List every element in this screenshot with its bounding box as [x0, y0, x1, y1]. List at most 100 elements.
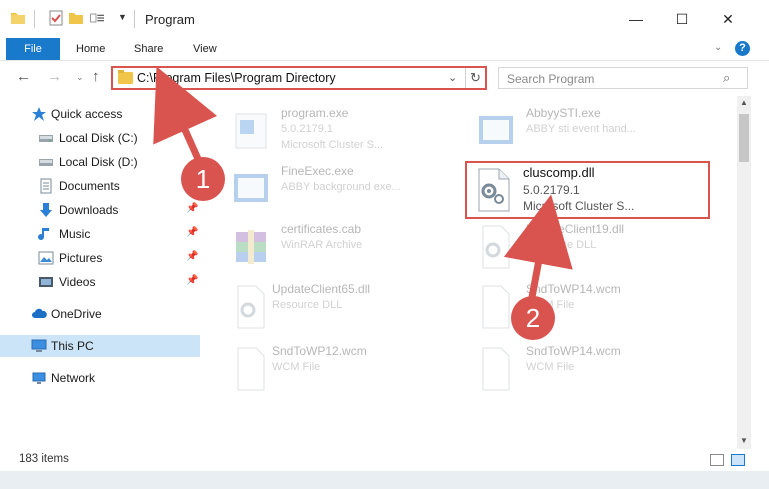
file-detail: ABBY background exe... — [281, 181, 401, 193]
file-tile[interactable]: AbbyySTI.exe ABBY sti event hand... — [475, 104, 715, 162]
file-name: UpdateClient65.dll — [272, 282, 371, 296]
file-tile[interactable]: FineExec.exe ABBY background exe... — [230, 162, 470, 220]
exe-icon — [479, 116, 513, 144]
pin-icon[interactable]: 📌 — [186, 203, 198, 214]
details-view-icon[interactable] — [710, 454, 724, 466]
file-list: program.exe 5.0.2179.1 Microsoft Cluster… — [205, 96, 735, 449]
sidebar-item-label: Quick access — [51, 107, 123, 121]
scroll-thumb[interactable] — [739, 114, 749, 162]
tab-home[interactable]: Home — [76, 38, 105, 60]
vertical-scrollbar[interactable]: ▲ ▼ — [737, 96, 751, 449]
sidebar-item-documents[interactable]: Documents — [0, 175, 200, 197]
file-tile[interactable]: UpdateClient65.dll Resource DLL — [230, 280, 470, 338]
tiles-view-icon[interactable] — [731, 454, 745, 466]
recent-locations-icon[interactable]: ⌄ — [76, 72, 84, 83]
file-detail: WCM File — [526, 361, 575, 373]
help-icon[interactable]: ? — [735, 41, 750, 56]
status-bar: 183 items — [0, 449, 769, 471]
file-name: FineExec.exe — [281, 164, 354, 178]
sidebar-item-videos[interactable]: Videos 📌 — [0, 271, 200, 293]
toolbar-separator — [134, 10, 135, 28]
exe-icon — [234, 174, 268, 202]
file-tile[interactable]: UpdateClient19.dll Resource DLL — [475, 220, 715, 278]
dll-gear-icon — [478, 168, 510, 212]
sidebar-item-label: Pictures — [59, 251, 103, 265]
sidebar-item-label: This PC — [51, 339, 94, 353]
file-name: SndToWP14.wcm — [526, 344, 621, 358]
expand-ribbon-icon[interactable]: ⌄ — [714, 42, 722, 53]
back-arrow-icon[interactable]: ← — [16, 68, 31, 85]
file-detail: Resource DLL — [526, 239, 597, 251]
sidebar-item-network[interactable]: Network — [0, 367, 200, 389]
pin-icon[interactable]: 📌 — [186, 275, 198, 286]
star-icon — [32, 107, 46, 121]
sidebar-item-quick-access[interactable]: Quick access — [0, 103, 200, 125]
sidebar-item-label: Network — [51, 371, 96, 385]
pictures-icon — [38, 251, 54, 265]
search-box[interactable]: Search Program ⌕ — [498, 67, 748, 89]
scroll-up-icon[interactable]: ▲ — [737, 96, 751, 110]
forward-arrow-icon[interactable]: → — [47, 68, 62, 85]
refresh-icon[interactable]: ↻ — [465, 68, 485, 88]
scroll-down-icon[interactable]: ▼ — [737, 434, 751, 448]
address-path[interactable]: C:\Program Files\Program Directory — [137, 71, 336, 85]
sidebar-item-label: Local Disk (C:) — [59, 131, 138, 145]
sidebar-item-onedrive[interactable]: OneDrive — [0, 303, 200, 325]
view-icon[interactable] — [90, 10, 106, 26]
documents-icon — [40, 178, 52, 194]
computer-icon — [31, 339, 47, 352]
sidebar-item-this-pc[interactable]: This PC — [0, 335, 200, 357]
file-tile[interactable]: program.exe 5.0.2179.1 Microsoft Cluster… — [230, 104, 470, 162]
file-tile[interactable]: certificates.cab WinRAR Archive — [230, 220, 470, 278]
properties-icon[interactable] — [48, 10, 64, 26]
tab-view[interactable]: View — [193, 38, 217, 60]
close-button[interactable]: ✕ — [705, 0, 751, 38]
highlighted-file-tile[interactable]: cluscomp.dll 5.0.2179.1 Microsoft Cluste… — [473, 163, 703, 219]
step-badge-1: 1 — [181, 157, 225, 201]
sidebar-item-label: Downloads — [59, 203, 119, 217]
drive-icon — [39, 159, 53, 166]
tab-share[interactable]: Share — [134, 38, 163, 60]
file-name: AbbyySTI.exe — [526, 106, 601, 120]
file-detail: Resource DLL — [272, 299, 343, 311]
file-detail: Microsoft Cluster S... — [281, 139, 384, 151]
file-name: SndToWP14.wcm — [526, 282, 621, 296]
file-tile[interactable]: SndToWP12.wcm WCM File — [230, 342, 470, 400]
file-name: SndToWP12.wcm — [272, 344, 367, 358]
file-tile[interactable]: SndToWP14.wcm WCM File — [475, 342, 715, 400]
new-folder-icon[interactable] — [68, 10, 84, 26]
title-bar: ▼ Program — ☐ ✕ — [0, 0, 769, 38]
address-dropdown-icon[interactable]: ⌄ — [448, 71, 457, 84]
quick-access-dropdown-icon[interactable]: ▼ — [118, 12, 127, 22]
address-bar[interactable]: C:\Program Files\Program Directory ⌄ ↻ — [111, 66, 487, 90]
toolbar-separator — [34, 10, 35, 28]
sidebar-item-label: Videos — [59, 275, 96, 289]
file-icon — [482, 347, 510, 391]
up-arrow-icon[interactable]: ↑ — [92, 68, 100, 85]
sidebar-item-downloads[interactable]: Downloads 📌 — [0, 199, 200, 221]
file-detail: Microsoft Cluster S... — [523, 199, 635, 213]
address-row: ← → ⌄ ↑ C:\Program Files\Program Directo… — [0, 60, 769, 94]
pin-icon[interactable]: 📌 — [186, 251, 198, 262]
file-name: program.exe — [281, 106, 349, 120]
drive-icon — [39, 135, 53, 142]
sidebar-item-local-disk-d[interactable]: Local Disk (D:) — [0, 151, 200, 173]
sidebar-item-pictures[interactable]: Pictures 📌 — [0, 247, 200, 269]
sidebar-item-local-disk-c[interactable]: Local Disk (C:) — [0, 127, 200, 149]
search-icon[interactable]: ⌕ — [723, 70, 730, 86]
file-name: cluscomp.dll — [523, 165, 595, 180]
file-name: certificates.cab — [281, 222, 362, 236]
pin-icon[interactable]: 📌 — [186, 227, 198, 238]
file-detail: ABBY sti event hand... — [526, 123, 636, 135]
search-input[interactable]: Search Program — [507, 72, 594, 86]
sidebar-item-music[interactable]: Music 📌 — [0, 223, 200, 245]
file-name: UpdateClient19.dll — [526, 222, 625, 236]
file-detail: 5.0.2179.1 — [523, 183, 580, 197]
file-tile[interactable]: SndToWP14.wcm WCM File — [475, 280, 715, 338]
music-icon — [38, 228, 49, 241]
maximize-button[interactable]: ☐ — [659, 0, 705, 38]
tab-file[interactable]: File — [6, 38, 60, 60]
videos-icon — [39, 277, 53, 287]
network-icon — [32, 372, 46, 384]
minimize-button[interactable]: — — [613, 0, 659, 38]
